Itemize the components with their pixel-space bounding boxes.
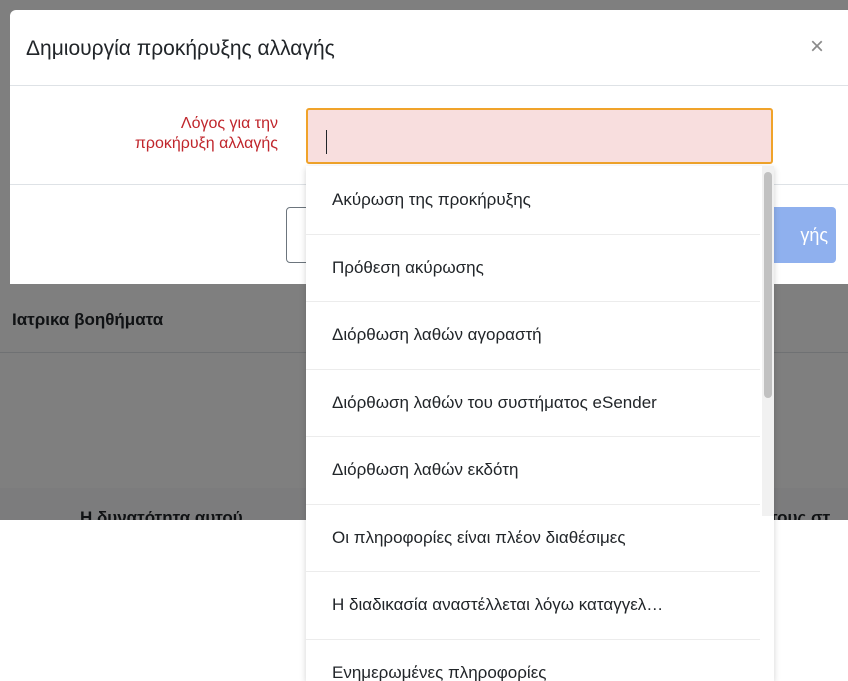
- option-label: Πρόθεση ακύρωσης: [332, 257, 484, 277]
- option-label: Διόρθωση λαθών εκδότη: [332, 460, 519, 480]
- option-label: Η διαδικασία αναστέλλεται λόγω καταγγελ…: [332, 595, 664, 615]
- dropdown-scrollbar[interactable]: [762, 166, 774, 516]
- modal-title: Δημιουργία προκήρυξης αλλαγής: [26, 37, 335, 60]
- dropdown-options-list: Ακύρωση της προκήρυξης Πρόθεση ακύρωσης …: [306, 166, 760, 681]
- reason-label-line2: προκήρυξη αλλαγής: [134, 135, 278, 152]
- dropdown-option[interactable]: Οι πληροφορίες είναι πλέον διαθέσιμες: [306, 503, 760, 572]
- close-icon[interactable]: ×: [802, 32, 832, 62]
- text-caret: [326, 130, 327, 154]
- option-label: Διόρθωση λαθών του συστήματος eSender: [332, 392, 657, 412]
- modal-header: Δημιουργία προκήρυξης αλλαγής ×: [10, 10, 848, 86]
- dropdown-option[interactable]: Διόρθωση λαθών αγοραστή: [306, 301, 760, 369]
- dropdown-option[interactable]: Διόρθωση λαθών του συστήματος eSender: [306, 368, 760, 437]
- dropdown-option[interactable]: Διόρθωση λαθών εκδότη: [306, 436, 760, 504]
- dropdown-option[interactable]: Η διαδικασία αναστέλλεται λόγω καταγγελ…: [306, 571, 760, 639]
- option-label: Ακύρωση της προκήρυξης: [332, 189, 531, 209]
- option-label: Οι πληροφορίες είναι πλέον διαθέσιμες: [332, 527, 626, 547]
- dropdown-option[interactable]: Πρόθεση ακύρωσης: [306, 233, 760, 302]
- option-label: Διόρθωση λαθών αγοραστή: [332, 325, 542, 345]
- reason-label-line1: Λόγος για την: [180, 115, 278, 132]
- dropdown-option[interactable]: Ακύρωση της προκήρυξης: [306, 166, 760, 234]
- option-label: Ενημερωμένες πληροφορίες: [332, 662, 547, 681]
- reason-field-label: Λόγος για την προκήρυξη αλλαγής: [50, 114, 278, 154]
- reason-dropdown-menu: Ακύρωση της προκήρυξης Πρόθεση ακύρωσης …: [306, 166, 774, 681]
- scrollbar-thumb[interactable]: [764, 172, 772, 398]
- reason-select-input[interactable]: [306, 108, 773, 164]
- dropdown-option[interactable]: Ενημερωμένες πληροφορίες: [306, 638, 760, 681]
